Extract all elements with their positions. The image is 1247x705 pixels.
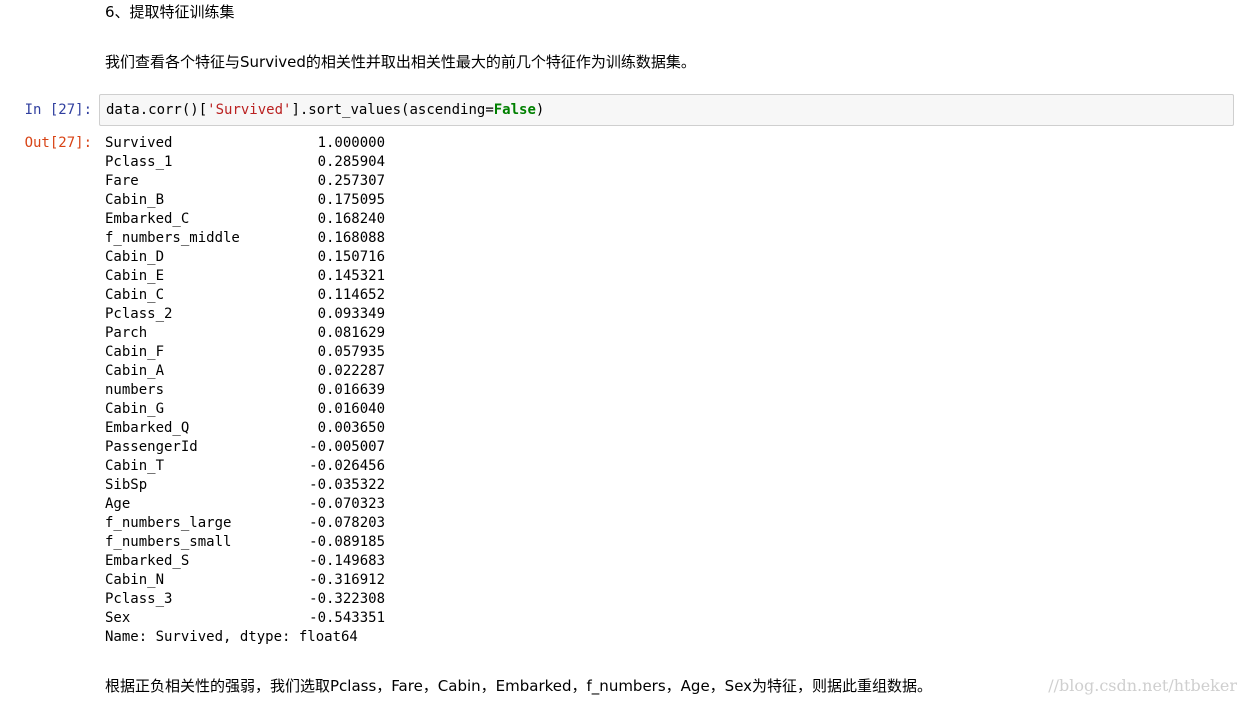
correlation-value: 0.016040 — [317, 401, 385, 417]
correlation-value: 0.150716 — [317, 249, 385, 265]
output-area: Survived 1.000000 Pclass_1 0.285904 Fare 0.25… — [105, 134, 385, 647]
output-row: Parch 0.081629 — [105, 324, 385, 343]
output-rows: Survived 1.000000 Pclass_1 0.285904 Fare 0.25… — [105, 134, 385, 628]
output-row: Sex -0.543351 — [105, 609, 385, 628]
correlation-value: 0.057935 — [317, 344, 385, 360]
feature-name: Cabin_A — [105, 363, 165, 379]
correlation-value: -0.026456 — [309, 458, 385, 474]
feature-name: Embarked_Q — [105, 420, 190, 436]
code-input-area[interactable]: data.corr()['Survived'].sort_values(asce… — [99, 94, 1234, 126]
feature-name: Fare — [105, 173, 139, 189]
correlation-value: -0.035322 — [309, 477, 385, 493]
correlation-value: -0.149683 — [309, 553, 385, 569]
code-keyword: False — [493, 102, 536, 118]
correlation-value: -0.322308 — [309, 591, 385, 607]
correlation-value: 0.093349 — [317, 306, 385, 322]
output-row: Embarked_Q 0.003650 — [105, 419, 385, 438]
intro-text: 我们查看各个特征与Survived的相关性并取出相关性最大的前几个特征作为训练数… — [105, 53, 696, 71]
output-row: Cabin_C 0.114652 — [105, 286, 385, 305]
feature-name: Pclass_3 — [105, 591, 173, 607]
output-row: Fare 0.257307 — [105, 172, 385, 191]
correlation-value: 0.016639 — [317, 382, 385, 398]
out-prompt: Out[27]: — [24, 135, 92, 151]
code-line[interactable]: data.corr()['Survived'].sort_values(asce… — [106, 101, 544, 120]
output-row: Cabin_T -0.026456 — [105, 457, 385, 476]
feature-name: Sex — [105, 610, 131, 626]
feature-name: Embarked_C — [105, 211, 190, 227]
correlation-value: -0.005007 — [309, 439, 385, 455]
correlation-value: -0.316912 — [309, 572, 385, 588]
feature-name: f_numbers_middle — [105, 230, 240, 246]
correlation-value: 0.168240 — [317, 211, 385, 227]
output-footer: Name: Survived, dtype: float64 — [105, 629, 358, 645]
in-prompt: In [27]: — [24, 102, 92, 118]
correlation-value: 0.168088 — [317, 230, 385, 246]
correlation-value: -0.089185 — [309, 534, 385, 550]
feature-name: Cabin_G — [105, 401, 165, 417]
correlation-value: 0.003650 — [317, 420, 385, 436]
output-row: Survived 1.000000 — [105, 134, 385, 153]
code-string-literal: 'Survived' — [207, 102, 292, 118]
output-row: Cabin_G 0.016040 — [105, 400, 385, 419]
output-row: Pclass_3 -0.322308 — [105, 590, 385, 609]
correlation-value: 0.145321 — [317, 268, 385, 284]
output-row: Cabin_A 0.022287 — [105, 362, 385, 381]
feature-name: Embarked_S — [105, 553, 190, 569]
output-row: Cabin_E 0.145321 — [105, 267, 385, 286]
conclusion-text: 根据正负相关性的强弱，我们选取Pclass，Fare，Cabin，Embarke… — [105, 677, 933, 695]
code-close-paren: ) — [535, 102, 545, 118]
output-row: Pclass_1 0.285904 — [105, 153, 385, 172]
output-row: PassengerId -0.005007 — [105, 438, 385, 457]
output-row: SibSp -0.035322 — [105, 476, 385, 495]
feature-name: Pclass_1 — [105, 154, 173, 170]
correlation-value: -0.078203 — [309, 515, 385, 531]
output-row: Embarked_S -0.149683 — [105, 552, 385, 571]
correlation-value: 0.081629 — [317, 325, 385, 341]
code-method: ].sort_values(ascending= — [291, 102, 494, 118]
output-row: numbers 0.016639 — [105, 381, 385, 400]
feature-name: Cabin_E — [105, 268, 165, 284]
correlation-value: -0.543351 — [309, 610, 385, 626]
feature-name: Cabin_N — [105, 572, 165, 588]
correlation-value: -0.070323 — [309, 496, 385, 512]
feature-name: Cabin_T — [105, 458, 165, 474]
feature-name: f_numbers_large — [105, 515, 232, 531]
code-call: data.corr()[ — [106, 102, 208, 118]
output-row: f_numbers_middle 0.168088 — [105, 229, 385, 248]
watermark: //blog.csdn.net/htbeker — [1048, 676, 1237, 695]
output-row: Cabin_D 0.150716 — [105, 248, 385, 267]
section-heading: 6、提取特征训练集 — [105, 3, 235, 21]
feature-name: Pclass_2 — [105, 306, 173, 322]
output-row: f_numbers_large -0.078203 — [105, 514, 385, 533]
correlation-value: 0.022287 — [317, 363, 385, 379]
output-row: f_numbers_small -0.089185 — [105, 533, 385, 552]
feature-name: Cabin_F — [105, 344, 165, 360]
feature-name: PassengerId — [105, 439, 198, 455]
correlation-value: 0.285904 — [317, 154, 385, 170]
correlation-value: 0.114652 — [317, 287, 385, 303]
feature-name: Cabin_D — [105, 249, 165, 265]
feature-name: Cabin_B — [105, 192, 165, 208]
feature-name: Cabin_C — [105, 287, 165, 303]
output-row: Embarked_C 0.168240 — [105, 210, 385, 229]
feature-name: f_numbers_small — [105, 534, 232, 550]
correlation-value: 0.257307 — [317, 173, 385, 189]
output-row: Cabin_N -0.316912 — [105, 571, 385, 590]
feature-name: numbers — [105, 382, 165, 398]
correlation-value: 1.000000 — [317, 135, 385, 151]
feature-name: Age — [105, 496, 131, 512]
feature-name: Parch — [105, 325, 148, 341]
output-row: Age -0.070323 — [105, 495, 385, 514]
output-row: Cabin_F 0.057935 — [105, 343, 385, 362]
feature-name: Survived — [105, 135, 173, 151]
correlation-value: 0.175095 — [317, 192, 385, 208]
feature-name: SibSp — [105, 477, 148, 493]
output-row: Pclass_2 0.093349 — [105, 305, 385, 324]
output-row: Cabin_B 0.175095 — [105, 191, 385, 210]
